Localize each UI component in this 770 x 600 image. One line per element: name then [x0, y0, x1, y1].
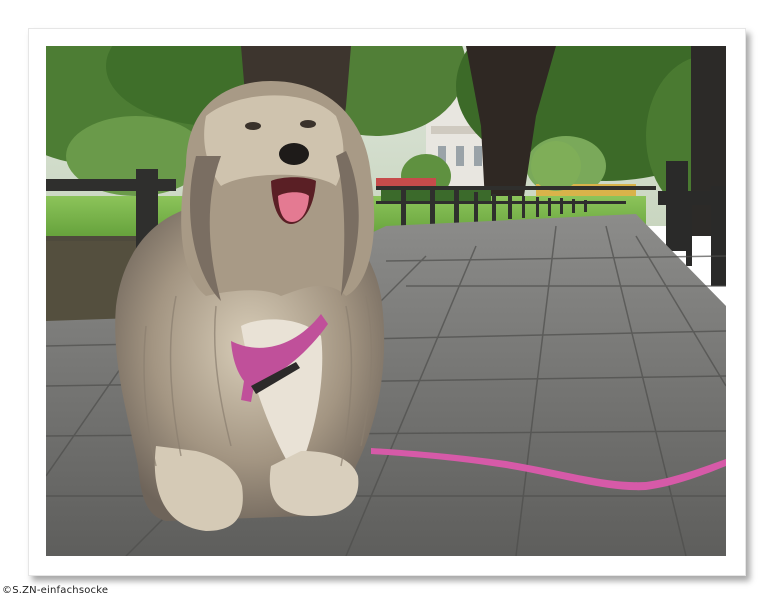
photo: [46, 46, 726, 556]
photo-credit: ©S.ZN-einfachsocke: [2, 585, 109, 596]
dog-nose: [279, 143, 309, 165]
